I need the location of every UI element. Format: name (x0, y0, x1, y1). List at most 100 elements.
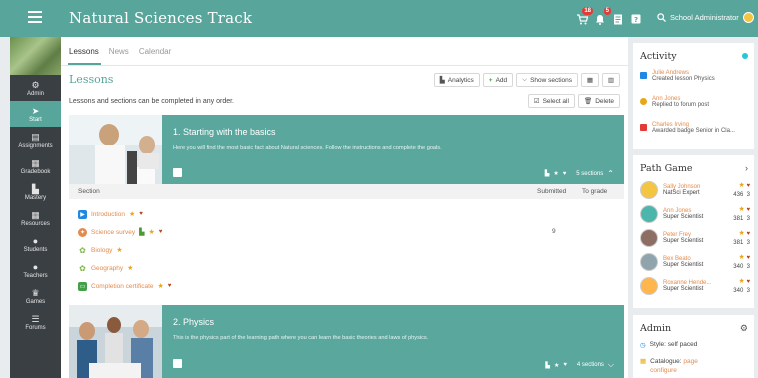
catalogue-label: Catalogue: (650, 358, 682, 365)
sidebar-item-label: Assignments (18, 142, 53, 149)
player-rank: NatSci Expert (663, 190, 700, 196)
bar-chart-icon: ▙ (439, 77, 445, 84)
chevron-up-icon[interactable]: ⌃ (607, 169, 614, 178)
section-checkbox[interactable] (173, 168, 182, 177)
bell-icon[interactable]: 5 (594, 7, 611, 25)
chevron-down-icon[interactable]: ⌵ (608, 360, 614, 370)
lesson-label[interactable]: Completion certificate (91, 283, 154, 290)
section-card-2[interactable]: 2. Physics This is the physics part of t… (69, 305, 624, 378)
sidebar-item-label: Forums (25, 324, 46, 331)
sidebar: ⚙ Admin ➤ Start ▤ Assignments ▦ Gradebook ▙ M… (10, 37, 61, 378)
delete-button[interactable]: 🗑 Delete (577, 94, 620, 108)
activity-item[interactable]: Ann Jones Replied to forum post (640, 96, 709, 108)
lesson-label[interactable]: Geography (91, 265, 123, 272)
section-card-1[interactable]: 1. Starting with the basics Here you wil… (69, 115, 624, 186)
sidebar-item-label: Start (29, 116, 42, 123)
bar-chart-icon: ▙ (139, 229, 145, 236)
show-sections-button[interactable]: ⌵ Show sections (516, 73, 578, 87)
column-header-section: Section (78, 188, 100, 195)
lesson-row-science-survey[interactable]: ✦ Science survey ▙ ★ ♥ (78, 226, 162, 238)
grid-icon: ▦ (586, 77, 594, 84)
gear-icon: ⚙ (31, 79, 40, 90)
sidebar-item-label: Resources (21, 220, 50, 227)
admin-panel: Admin ⚙ ◷ Style: self paced ▦ Catalogue:… (633, 315, 754, 378)
sidebar-item-assignments[interactable]: ▤ Assignments (10, 127, 61, 153)
lesson-label[interactable]: Science survey (91, 229, 135, 236)
activity-item[interactable]: Julie Andrews Created lesson Physics (640, 70, 715, 82)
leaderboard-row[interactable]: Bex Beato Super Scientist ★ ♥ 340 3 (640, 251, 750, 273)
sidebar-item-label: Admin (26, 90, 44, 97)
catalogue-page-link[interactable]: page (683, 358, 697, 365)
player-rank: Super Scientist (663, 238, 704, 244)
star-icon: ★ (738, 254, 745, 261)
tab-divider (61, 65, 628, 66)
document-icon[interactable] (612, 13, 624, 25)
help-icon[interactable]: ? (630, 13, 642, 25)
toolbar: ▙ Analytics + Add ⌵ Show sections ▦ ▥ (433, 73, 620, 87)
lesson-row-completion-certificate[interactable]: ▭ Completion certificate ★ ♥ (78, 280, 171, 292)
bar-chart-icon: ▙ (544, 171, 550, 177)
search-icon[interactable] (657, 13, 666, 22)
sidebar-item-students[interactable]: ● Students (10, 231, 61, 257)
leaderboard-row[interactable]: Sally Johnson NatSci Expert ★ ♥ 436 3 (640, 179, 750, 201)
sidebar-item-admin[interactable]: ⚙ Admin (10, 75, 61, 101)
tab-news[interactable]: News (109, 47, 129, 56)
sidebar-item-label: Teachers (23, 272, 48, 279)
activity-panel: Activity Julie Andrews Created lesson Phy… (633, 43, 754, 149)
player-points: 436 (733, 192, 744, 198)
activity-text: Awarded badge Senior in Cla... (652, 128, 735, 134)
gear-icon[interactable]: ⚙ (740, 323, 748, 334)
lesson-row-introduction[interactable]: ▶ Introduction ★ ♥ (78, 208, 143, 220)
tab-calendar[interactable]: Calendar (139, 47, 171, 56)
sidebar-item-resources[interactable]: ▦ Resources (10, 205, 61, 231)
star-icon: ★ (157, 283, 164, 290)
paper-plane-icon: ➤ (31, 105, 40, 116)
cart-badge: 18 (582, 7, 593, 15)
lesson-row-biology[interactable]: ✿ Biology ★ (78, 244, 122, 256)
menu-icon[interactable] (28, 11, 42, 25)
leaderboard-row[interactable]: Peter Frey Super Scientist ★ ♥ 381 3 (640, 227, 750, 249)
tab-lessons[interactable]: Lessons (69, 47, 99, 56)
add-button[interactable]: + Add (482, 73, 514, 87)
sidebar-item-gradebook[interactable]: ▦ Gradebook (10, 153, 61, 179)
catalogue-configure-link[interactable]: configure (650, 367, 677, 374)
list-view-button[interactable]: ▥ (602, 73, 620, 87)
star-icon: ★ (738, 206, 745, 213)
leaderboard-row[interactable]: Ann Jones Super Scientist ★ ♥ 381 3 (640, 203, 750, 225)
resources-icon: ▦ (31, 209, 40, 220)
section-title[interactable]: 2. Physics (173, 317, 214, 327)
chevron-right-icon[interactable]: › (745, 163, 748, 173)
section-count: 4 sections (576, 362, 604, 368)
sidebar-item-mastery[interactable]: ▙ Mastery (10, 179, 61, 205)
player-badges: 3 (746, 240, 750, 246)
sidebar-item-label: Gradebook (20, 168, 51, 175)
page-description: Lessons and sections can be completed in… (69, 98, 234, 105)
section-meta: ▙ ★ ♥ 5 sections ⌃ (545, 169, 614, 178)
sidebar-item-teachers[interactable]: ● Teachers (10, 257, 61, 283)
trophy-icon: ♛ (31, 287, 40, 298)
section-checkbox[interactable] (173, 359, 182, 368)
submitted-count: 9 (552, 228, 556, 235)
sidebar-item-games[interactable]: ♛ Games (10, 283, 61, 309)
grid-view-button[interactable]: ▦ (581, 73, 599, 87)
cart-icon[interactable]: 18 (576, 7, 593, 25)
star-icon: ★ (553, 171, 559, 177)
sidebar-item-start[interactable]: ➤ Start (10, 101, 61, 127)
badge-icon: ♥ (746, 255, 750, 261)
badge-icon: ♥ (746, 207, 750, 213)
section-title[interactable]: 1. Starting with the basics (173, 127, 276, 137)
activity-item[interactable]: Charles Irving Awarded badge Senior in Cl… (640, 122, 735, 134)
leaderboard-row[interactable]: Roxanne Hende... Super Scientist ★ ♥ 340 3 (640, 275, 750, 297)
player-points: 340 (733, 288, 744, 294)
select-all-button[interactable]: ☑ Select all (527, 94, 575, 108)
sidebar-item-forums[interactable]: ☰ Forums (10, 309, 61, 335)
add-label: Add (495, 76, 508, 84)
user-menu[interactable]: School Administrator ⌵ (657, 12, 758, 23)
lesson-label[interactable]: Biology (91, 247, 112, 254)
lesson-row-geography[interactable]: ✿ Geography ★ (78, 262, 133, 274)
shield-icon: ♥ (563, 362, 567, 368)
badge-icon: ♥ (139, 211, 143, 217)
analytics-button[interactable]: ▙ Analytics (433, 73, 480, 87)
lesson-label[interactable]: Introduction (91, 211, 125, 218)
star-icon: ★ (128, 211, 136, 218)
